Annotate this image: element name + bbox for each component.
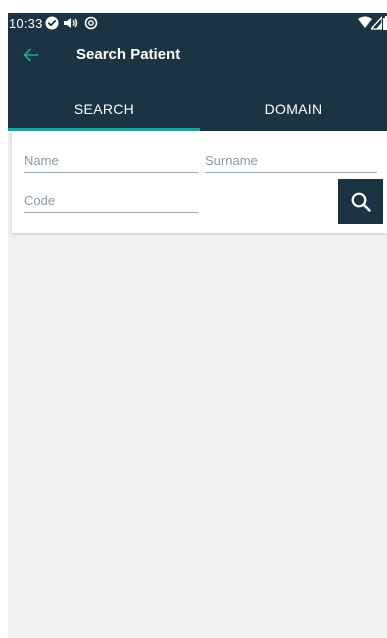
name-field [24,149,198,173]
tab-bar: SEARCH DOMAIN [8,85,387,131]
code-field [24,189,198,213]
name-input[interactable] [24,149,198,171]
results-area [8,239,387,638]
app-bar: 10:33 Search Patient SEARCH DOMAIN [8,13,387,131]
arrow-back-icon [23,48,39,62]
toolbar: Search Patient [8,35,387,85]
search-icon [351,192,371,212]
app-screen: 10:33 Search Patient SEARCH DOMAIN Name … [8,13,387,638]
code-input[interactable] [24,189,198,211]
tab-search[interactable]: SEARCH [8,85,200,131]
status-time: 10:33 [9,16,43,31]
status-bar: 10:33 [8,13,387,35]
page-title: Search Patient [76,46,181,63]
back-button[interactable] [14,38,48,72]
surname-input[interactable] [205,149,377,171]
check-circle-icon [45,16,59,30]
surname-field [205,149,377,173]
wifi-icon [358,16,372,28]
tab-search-label: SEARCH [73,101,135,117]
tab-domain-label: DOMAIN [264,101,323,117]
signal-icon [371,16,382,30]
sync-icon [84,16,98,30]
search-button[interactable] [338,179,383,224]
battery-icon [383,16,387,30]
volume-icon [64,18,78,28]
tab-domain[interactable]: DOMAIN [200,85,387,131]
search-form-card [12,131,387,233]
